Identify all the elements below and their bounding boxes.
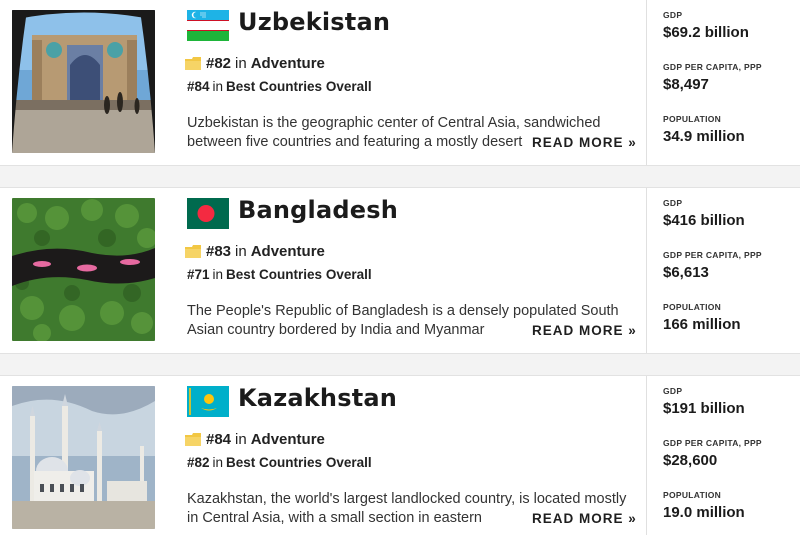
rank-in-text: in	[212, 455, 224, 470]
stat-label: GDP PER CAPITA, PPP	[663, 62, 762, 72]
ranking-badge-icon	[185, 56, 201, 70]
adventure-rank[interactable]: #82 in Adventure	[185, 53, 325, 73]
bangladesh-photo[interactable]	[12, 198, 155, 341]
rank-number: #84	[206, 430, 232, 448]
adventure-rank[interactable]: #83 in Adventure	[185, 241, 325, 261]
stat-label: GDP PER CAPITA, PPP	[663, 250, 762, 260]
stat-label: POPULATION	[663, 114, 722, 124]
country-stats: GDP $416 billion GDP PER CAPITA, PPP $6,…	[663, 198, 798, 354]
country-stats: GDP $69.2 billion GDP PER CAPITA, PPP $8…	[663, 10, 798, 166]
country-name-link[interactable]: Uzbekistan	[238, 8, 390, 36]
stat-gdp-per-capita: GDP PER CAPITA, PPP $8,497	[663, 62, 798, 114]
stat-gdp: GDP $69.2 billion	[663, 10, 798, 62]
rank-in-text: in	[235, 242, 247, 260]
rank-number: #84	[187, 79, 210, 94]
kazakhstan-photo[interactable]	[12, 386, 155, 529]
stat-value: 166 million	[663, 316, 741, 333]
tea-garden-image	[12, 198, 155, 341]
country-card-bangladesh: Bangladesh #83 in Adventure #71 in Best Co…	[0, 188, 800, 353]
rank-in-text: in	[235, 430, 247, 448]
stat-value: $6,613	[663, 264, 709, 281]
stat-population: POPULATION 166 million	[663, 302, 798, 354]
stat-label: GDP	[663, 10, 683, 20]
country-name-link[interactable]: Bangladesh	[238, 196, 398, 224]
rank-category: Best Countries Overall	[226, 455, 372, 470]
bangladesh-flag-icon	[187, 198, 229, 229]
adventure-rank[interactable]: #84 in Adventure	[185, 429, 325, 449]
stat-value: $28,600	[663, 452, 718, 469]
stat-value: 34.9 million	[663, 128, 745, 145]
stat-gdp-per-capita: GDP PER CAPITA, PPP $28,600	[663, 438, 798, 490]
stat-label: POPULATION	[663, 302, 722, 312]
stat-label: POPULATION	[663, 490, 722, 500]
uzbekistan-photo[interactable]	[12, 10, 155, 153]
stat-population: POPULATION 34.9 million	[663, 114, 798, 166]
country-card-uzbekistan: Uzbekistan #82 in Adventure #84 in Best Co…	[0, 0, 800, 165]
column-divider	[646, 188, 647, 353]
stat-label: GDP PER CAPITA, PPP	[663, 438, 762, 448]
rank-number: #83	[206, 242, 232, 260]
stat-label: GDP	[663, 386, 683, 396]
rank-in-text: in	[212, 267, 224, 282]
country-stats: GDP $191 billion GDP PER CAPITA, PPP $28…	[663, 386, 798, 535]
ranking-badge-icon	[185, 244, 201, 258]
stat-gdp: GDP $191 billion	[663, 386, 798, 438]
kazakhstan-flag-icon	[187, 386, 229, 417]
rank-number: #82	[187, 455, 210, 470]
uzbekistan-flag-icon	[187, 10, 229, 41]
stat-label: GDP	[663, 198, 683, 208]
rank-number: #71	[187, 267, 210, 282]
rank-number: #82	[206, 54, 232, 72]
read-more-link[interactable]: READ MORE »	[526, 321, 641, 341]
stat-population: POPULATION 19.0 million	[663, 490, 798, 535]
stat-gdp-per-capita: GDP PER CAPITA, PPP $6,613	[663, 250, 798, 302]
rank-in-text: in	[235, 54, 247, 72]
card-separator	[0, 165, 800, 188]
rank-category: Adventure	[250, 54, 325, 72]
stat-value: 19.0 million	[663, 504, 745, 521]
rank-category: Best Countries Overall	[226, 267, 372, 282]
stat-value: $8,497	[663, 76, 709, 93]
registan-image	[12, 10, 155, 153]
ranking-badge-icon	[185, 432, 201, 446]
stat-value: $69.2 billion	[663, 24, 749, 41]
country-card-kazakhstan: Kazakhstan #84 in Adventure #82 in Best Co…	[0, 376, 800, 535]
card-separator	[0, 353, 800, 376]
column-divider	[646, 0, 647, 165]
stat-value: $191 billion	[663, 400, 745, 417]
rank-category: Adventure	[250, 242, 325, 260]
rank-category: Best Countries Overall	[226, 79, 372, 94]
overall-rank[interactable]: #71 in Best Countries Overall	[187, 267, 372, 282]
overall-rank[interactable]: #84 in Best Countries Overall	[187, 79, 372, 94]
rank-category: Adventure	[250, 430, 325, 448]
rank-in-text: in	[212, 79, 224, 94]
column-divider	[646, 376, 647, 535]
stat-gdp: GDP $416 billion	[663, 198, 798, 250]
country-name-link[interactable]: Kazakhstan	[238, 384, 397, 412]
read-more-link[interactable]: READ MORE »	[526, 133, 641, 153]
mosque-image	[12, 386, 155, 529]
read-more-link[interactable]: READ MORE »	[526, 509, 641, 529]
overall-rank[interactable]: #82 in Best Countries Overall	[187, 455, 372, 470]
stat-value: $416 billion	[663, 212, 745, 229]
